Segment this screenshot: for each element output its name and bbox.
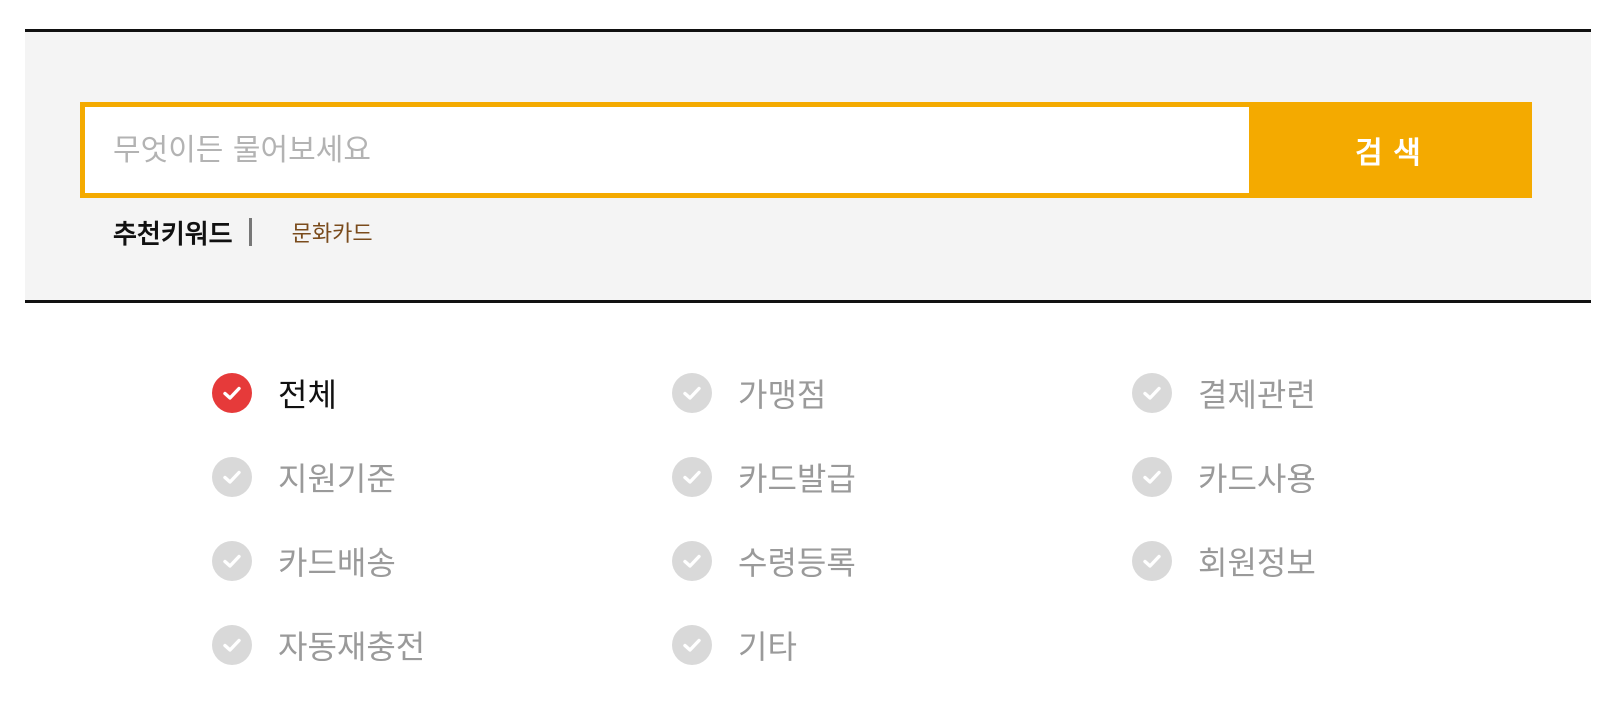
category-label: 전체 [278, 376, 337, 414]
category-item[interactable]: 결제관련 [1132, 370, 1592, 416]
check-circle-icon [212, 457, 252, 497]
category-item[interactable]: 카드발급 [672, 454, 1132, 500]
category-label: 카드발급 [738, 460, 856, 498]
keywords-divider [248, 218, 252, 246]
category-label: 회원정보 [1198, 544, 1316, 582]
category-item[interactable]: 수령등록 [672, 538, 1132, 584]
category-item[interactable]: 지원기준 [212, 454, 672, 500]
check-circle-icon [212, 373, 252, 413]
category-item[interactable]: 카드사용 [1132, 454, 1592, 500]
category-label: 자동재충전 [278, 628, 426, 666]
check-circle-icon [1132, 541, 1172, 581]
recommended-keywords: 추천키워드 문화카드 [113, 212, 373, 252]
category-item[interactable]: 기타 [672, 622, 1132, 668]
category-label: 기타 [738, 628, 797, 666]
keyword-link[interactable]: 문화카드 [292, 216, 373, 248]
check-circle-icon [1132, 373, 1172, 413]
check-circle-icon [212, 625, 252, 665]
category-item[interactable]: 전체 [212, 370, 672, 416]
search-box: 검 색 [80, 102, 1532, 198]
check-circle-icon [672, 541, 712, 581]
category-label: 지원기준 [278, 460, 396, 498]
category-item[interactable]: 가맹점 [672, 370, 1132, 416]
category-label: 카드배송 [278, 544, 396, 582]
check-circle-icon [672, 457, 712, 497]
category-item[interactable]: 회원정보 [1132, 538, 1592, 584]
check-circle-icon [1132, 457, 1172, 497]
check-circle-icon [212, 541, 252, 581]
category-label: 가맹점 [738, 376, 827, 414]
recommended-keywords-title: 추천키워드 [113, 219, 233, 250]
check-circle-icon [672, 625, 712, 665]
category-item[interactable]: 자동재충전 [212, 622, 672, 668]
category-label: 수령등록 [738, 544, 856, 582]
category-label: 카드사용 [1198, 460, 1316, 498]
category-label: 결제관련 [1198, 376, 1316, 414]
category-item[interactable]: 카드배송 [212, 538, 672, 584]
check-circle-icon [672, 373, 712, 413]
search-input[interactable] [85, 107, 1249, 193]
category-filter: 전체 가맹점 결제관련지원기준 카드발급 카드사용카드배송 수령등록 회원정보자동재충전 기타 [212, 370, 1592, 706]
search-button[interactable]: 검 색 [1249, 107, 1527, 193]
search-panel: 검 색 추천키워드 문화카드 [25, 29, 1591, 303]
